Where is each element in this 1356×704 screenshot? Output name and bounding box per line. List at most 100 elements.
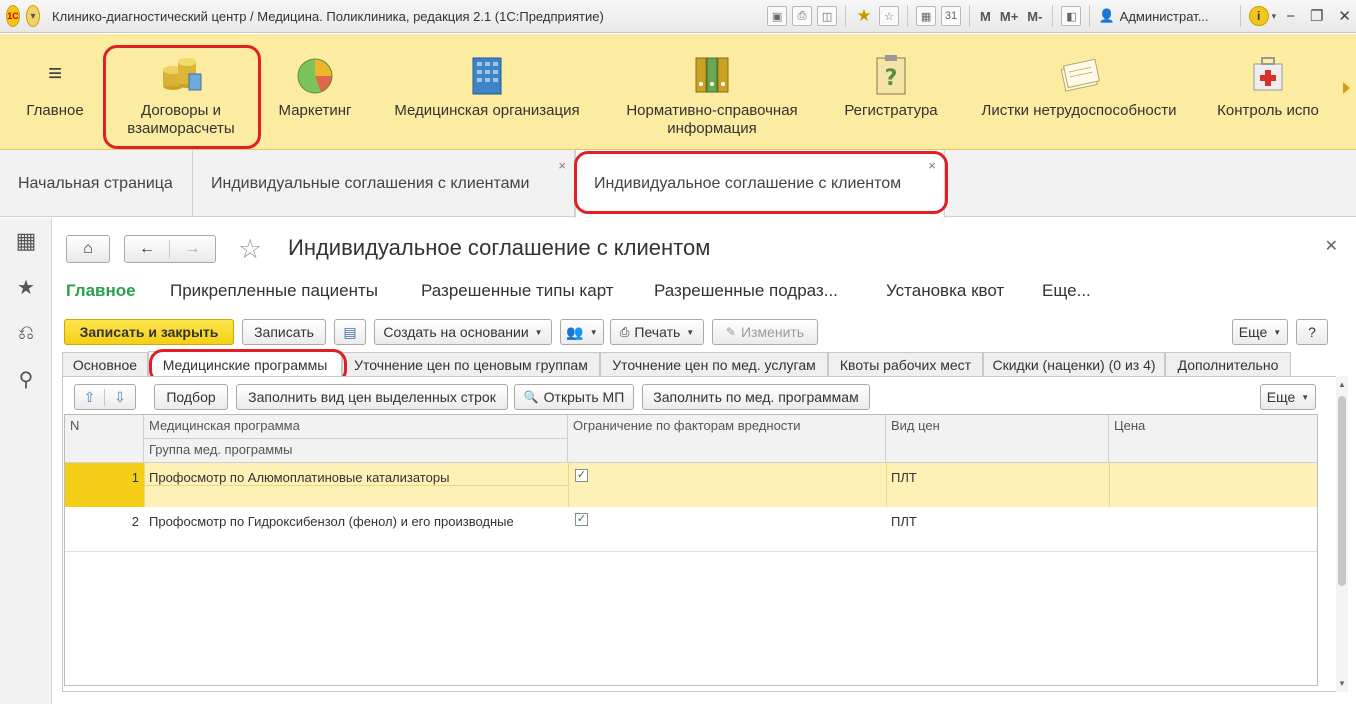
select-button[interactable]: Подбор <box>154 384 228 410</box>
svg-text:?: ? <box>885 66 898 91</box>
calendar-icon[interactable]: 31 <box>941 6 962 26</box>
tab-additional[interactable]: Дополнительно <box>1165 352 1291 377</box>
favorites-star-icon[interactable]: ★ <box>0 264 52 310</box>
header-n[interactable]: N <box>65 415 144 463</box>
printer-icon: ⎙ <box>619 324 630 339</box>
panels-icon[interactable]: ◧ <box>1061 6 1082 26</box>
form-title: Индивидуальное соглашение с клиентом <box>288 235 711 260</box>
close-window-icon[interactable]: ✕ <box>1333 7 1356 25</box>
memory-mminus-button[interactable]: M- <box>1025 6 1044 26</box>
help-button[interactable]: ? <box>1296 319 1328 345</box>
header-program[interactable]: Медицинская программа <box>144 415 568 439</box>
favorite-star-icon[interactable]: ☆ <box>238 234 262 265</box>
row-program[interactable]: Профосмотр по Гидроксибензол (фенол) и е… <box>144 511 568 532</box>
dropdown-icon: ▼ <box>534 327 543 337</box>
memory-m-button[interactable]: M <box>978 6 993 26</box>
magnifier-icon: 🔍 <box>523 390 539 404</box>
highlight-box <box>103 45 261 149</box>
save-button[interactable]: Записать <box>242 319 326 345</box>
section-reference-info[interactable]: Нормативно-справочная информация <box>612 34 812 150</box>
form-nav-card-types[interactable]: Разрешенные типы карт <box>421 281 614 301</box>
info-icon[interactable]: i <box>1248 6 1269 26</box>
section-main[interactable]: ≡ Главное <box>12 34 98 150</box>
scroll-thumb[interactable] <box>1338 396 1346 586</box>
row-number: 2 <box>131 514 139 529</box>
tab-price-groups[interactable]: Уточнение цен по ценовым группам <box>342 352 600 377</box>
form-nav-more[interactable]: Еще... <box>1042 281 1091 301</box>
scroll-down-icon[interactable]: ▼ <box>1338 679 1346 688</box>
row-price-type[interactable]: ПЛТ <box>886 467 922 488</box>
header-restriction[interactable]: Ограничение по факторам вредности <box>568 415 886 463</box>
tab-basic[interactable]: Основное <box>62 352 148 377</box>
highlight-box <box>574 151 948 214</box>
info-dropdown-icon[interactable]: ▾ <box>1272 11 1277 22</box>
tab-home-page[interactable]: Начальная страница <box>0 150 193 217</box>
close-tab-icon[interactable]: × <box>558 158 566 173</box>
home-button[interactable]: ⌂ <box>66 235 110 263</box>
section-marketing[interactable]: Маркетинг <box>268 34 362 150</box>
app-logo-icon[interactable]: 1С <box>6 5 21 27</box>
move-down-icon[interactable]: ⇩ <box>105 389 135 406</box>
restriction-checkbox[interactable]: ✓ <box>575 469 588 482</box>
forward-icon[interactable]: → <box>170 240 215 258</box>
open-mp-button[interactable]: 🔍 Открыть МП <box>514 384 634 410</box>
form-nav-main[interactable]: Главное <box>66 281 136 301</box>
tab-client-agreements[interactable]: Индивидуальные соглашения с клиентами × <box>193 150 575 217</box>
section-control[interactable]: Контроль испо <box>1206 34 1330 150</box>
add-favorite-icon[interactable]: ☆ <box>879 6 900 26</box>
history-icon[interactable]: ⎌ <box>0 310 52 356</box>
medical-kit-icon <box>1246 52 1290 96</box>
save-icon[interactable]: ▣ <box>767 6 788 26</box>
fill-by-mp-button[interactable]: Заполнить по мед. программам <box>642 384 870 410</box>
print-button[interactable]: ⎙ Печать ▼ <box>610 319 704 345</box>
tab-price-services[interactable]: Уточнение цен по мед. услугам <box>600 352 828 377</box>
pie-chart-icon <box>293 52 337 96</box>
section-medical-org[interactable]: Медицинская организация <box>382 34 592 150</box>
row-program[interactable]: Профосмотр по Алюмоплатиновые катализато… <box>144 467 568 488</box>
calculator-icon[interactable]: ▦ <box>916 6 937 26</box>
fill-price-type-button[interactable]: Заполнить вид цен выделенных строк <box>236 384 508 410</box>
section-registry[interactable]: ? Регистратура <box>834 34 948 150</box>
main-menu-icon[interactable]: ▾ <box>26 5 41 27</box>
save-close-button[interactable]: Записать и закрыть <box>64 319 234 345</box>
section-sick-leave[interactable]: Листки нетрудоспособности <box>970 34 1188 150</box>
scroll-sections-right-icon[interactable] <box>1343 82 1350 94</box>
tab-workplace-quotas[interactable]: Квоты рабочих мест <box>828 352 983 377</box>
close-form-icon[interactable]: ✕ <box>1325 236 1338 256</box>
more-button[interactable]: Еще ▼ <box>1232 319 1288 345</box>
user-name[interactable]: Администрат... <box>1120 9 1232 24</box>
search-icon[interactable]: ⚲ <box>0 356 52 402</box>
scroll-up-icon[interactable]: ▲ <box>1338 380 1346 389</box>
table-more-button[interactable]: Еще ▼ <box>1260 384 1316 410</box>
vertical-scrollbar[interactable]: ▲ ▼ <box>1336 376 1348 692</box>
move-up-icon[interactable]: ⇧ <box>75 388 105 406</box>
user-icon: 👤 <box>1098 8 1115 23</box>
minimize-icon[interactable]: − <box>1281 8 1300 25</box>
preview-icon[interactable]: ◫ <box>817 6 838 26</box>
restriction-checkbox[interactable]: ✓ <box>575 513 588 526</box>
clipboard-question-icon: ? <box>869 52 913 96</box>
tab-discounts[interactable]: Скидки (наценки) (0 из 4) <box>983 352 1165 377</box>
window-title: Клинико-диагностический центр / Медицина… <box>52 8 604 24</box>
all-functions-icon[interactable]: ▦ <box>0 218 52 264</box>
document-list-button[interactable]: ▤ <box>334 319 366 345</box>
separator <box>845 5 847 27</box>
create-based-button[interactable]: Создать на основании ▼ <box>374 319 552 345</box>
back-icon[interactable]: ← <box>125 240 171 258</box>
row-price-type[interactable]: ПЛТ <box>886 511 922 532</box>
edit-button[interactable]: ✎ Изменить <box>712 319 818 345</box>
row-price[interactable] <box>1109 467 1119 473</box>
form-nav-departments[interactable]: Разрешенные подраз... <box>654 281 838 301</box>
papers-icon <box>1057 52 1101 96</box>
form-nav-quotas[interactable]: Установка квот <box>886 281 1004 301</box>
row-price[interactable] <box>1109 511 1119 517</box>
users-button[interactable]: 👥 ▼ <box>560 319 604 345</box>
header-price[interactable]: Цена <box>1109 415 1317 463</box>
print-icon[interactable]: ⎙ <box>792 6 813 26</box>
form-nav-attached-patients[interactable]: Прикрепленные пациенты <box>170 281 378 301</box>
header-group[interactable]: Группа мед. программы <box>144 439 568 463</box>
header-price-type[interactable]: Вид цен <box>886 415 1109 463</box>
restore-icon[interactable]: ❐ <box>1305 7 1328 25</box>
memory-mplus-button[interactable]: M+ <box>998 6 1020 26</box>
favorites-icon[interactable]: ★ <box>854 6 874 26</box>
